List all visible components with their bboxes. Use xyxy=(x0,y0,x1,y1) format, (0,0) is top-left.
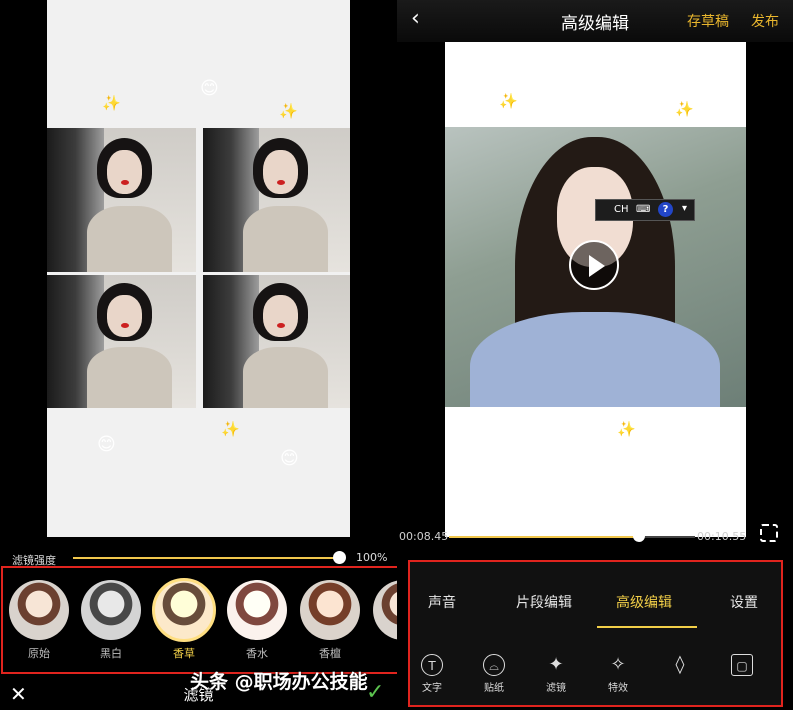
filter-list: 原始 黑白 香草 香水 香檀 xyxy=(1,566,399,674)
filter-item-black-white[interactable]: 黑白 xyxy=(79,580,143,661)
filter-editor-panel: 😊 ✨ ✨ 😊 ✨ 😊 滤镜强度 100% 原始 黑白 香草 香水 香檀 滤镜 … xyxy=(0,0,399,710)
kiss-emoji-sticker[interactable]: 😘 xyxy=(595,80,614,98)
sparkle-sticker[interactable]: ✨ xyxy=(102,96,121,111)
smile-emoji-sticker[interactable]: 😊 xyxy=(280,450,299,468)
tool-label: 贴纸 xyxy=(484,683,504,694)
sparkle-sticker[interactable]: ✨ xyxy=(675,102,694,117)
total-duration: 00:10.55 xyxy=(697,530,747,543)
photo-tile xyxy=(47,128,196,272)
tool-label: 特效 xyxy=(608,683,628,694)
close-icon[interactable]: ✕ xyxy=(10,682,27,706)
publish-button[interactable]: 发布 xyxy=(751,11,779,31)
sparkle-sticker[interactable]: ✨ xyxy=(221,422,240,437)
filter-tool-button[interactable]: ✦ 滤镜 xyxy=(534,654,578,694)
advanced-edit-panel: 😘 ✨ ✨ CH ⌨ ? ▾ 😘 ✨ 😘 ‹ 高级编辑 存草稿 发布 00:08… xyxy=(397,0,793,710)
keyboard-icon[interactable]: ⌨ xyxy=(636,204,650,215)
filter-name: 香檀 xyxy=(319,647,341,660)
tab-settings[interactable]: 设置 xyxy=(730,592,758,612)
filter-thumbnail xyxy=(300,580,360,640)
filter-name: 香水 xyxy=(246,647,268,660)
text-tool-button[interactable]: T 文字 xyxy=(410,654,454,694)
photo-tile xyxy=(203,275,350,408)
filter-thumbnail xyxy=(152,578,216,642)
filter-thumbnail xyxy=(373,580,397,640)
tab-advanced-edit[interactable]: 高级编辑 xyxy=(616,592,672,612)
frame-tool-button[interactable]: ▢ xyxy=(720,654,764,679)
editing-toolbox: 声音 片段编辑 高级编辑 设置 T 文字 ⌓ 贴纸 ✦ 滤镜 ✧ 特效 ◊ ▢ xyxy=(408,560,783,707)
photo-tile xyxy=(47,275,196,408)
preview-canvas: 😊 ✨ ✨ 😊 ✨ 😊 xyxy=(47,0,350,537)
filter-strength-value: 100% xyxy=(356,551,388,564)
help-icon[interactable]: ? xyxy=(658,202,673,217)
watermark-text: 头条 @职场办公技能 xyxy=(190,671,368,693)
filter-item-original[interactable]: 原始 xyxy=(7,580,71,661)
filter-thumbnail xyxy=(227,580,287,640)
active-tab-indicator xyxy=(597,626,697,628)
filter-item-more[interactable] xyxy=(371,580,397,645)
current-time: 00:08.45 xyxy=(399,530,449,543)
smile-emoji-sticker[interactable]: 😊 xyxy=(97,436,116,454)
filter-name: 香草 xyxy=(173,647,195,660)
kiss-emoji-sticker[interactable]: 😘 xyxy=(677,449,696,467)
fullscreen-icon[interactable] xyxy=(760,524,778,542)
tool-label: 文字 xyxy=(422,683,442,694)
ime-language-label: CH xyxy=(614,204,629,215)
check-icon[interactable]: ✓ xyxy=(366,680,384,705)
filter-strength-slider[interactable] xyxy=(73,557,341,559)
photo-tile xyxy=(203,128,350,272)
filter-name: 原始 xyxy=(28,647,50,660)
ime-toolbar[interactable]: CH ⌨ ? ▾ xyxy=(595,199,695,221)
editor-header: ‹ 高级编辑 存草稿 发布 xyxy=(397,0,793,42)
frame-icon: ▢ xyxy=(731,654,753,676)
filter-item-perfume[interactable]: 香水 xyxy=(225,580,289,661)
tab-sound[interactable]: 声音 xyxy=(428,592,456,612)
magic-wand-icon: ✦ xyxy=(548,654,564,675)
sparkle-sticker[interactable]: ✨ xyxy=(617,422,636,437)
filter-name: 黑白 xyxy=(100,647,122,660)
page-title: 高级编辑 xyxy=(561,14,629,34)
sparkle-sticker[interactable]: ✨ xyxy=(499,94,518,109)
video-frame[interactable]: CH ⌨ ? ▾ xyxy=(445,127,746,407)
sparkle-sticker[interactable]: ✨ xyxy=(279,104,298,119)
effects-tool-button[interactable]: ✧ 特效 xyxy=(596,654,640,694)
filter-thumbnail xyxy=(9,580,69,640)
chevron-down-icon[interactable]: ▾ xyxy=(682,203,687,214)
timeline-handle[interactable] xyxy=(633,530,645,542)
filter-thumbnail xyxy=(81,580,141,640)
kiss-emoji-sticker[interactable]: 😘 xyxy=(495,436,514,454)
filter-item-sandalwood[interactable]: 香檀 xyxy=(298,580,362,661)
sticker-icon: ⌓ xyxy=(483,654,505,676)
sticker-tool-button[interactable]: ⌓ 贴纸 xyxy=(472,654,516,694)
flame-icon: ◊ xyxy=(675,654,685,675)
filter-item-vanilla[interactable]: 香草 xyxy=(152,578,216,661)
video-preview-canvas: 😘 ✨ ✨ CH ⌨ ? ▾ 😘 ✨ 😘 xyxy=(445,42,746,537)
play-button[interactable] xyxy=(569,240,619,290)
flame-tool-button[interactable]: ◊ xyxy=(658,654,702,679)
effects-icon: ✧ xyxy=(610,654,626,675)
filter-strength-slider-handle[interactable] xyxy=(333,551,346,564)
tab-clip-edit[interactable]: 片段编辑 xyxy=(516,592,572,612)
save-draft-button[interactable]: 存草稿 xyxy=(687,11,729,31)
smile-emoji-sticker[interactable]: 😊 xyxy=(200,80,219,98)
timeline-progress xyxy=(449,536,639,538)
tool-label: 滤镜 xyxy=(546,683,566,694)
text-icon: T xyxy=(421,654,443,676)
